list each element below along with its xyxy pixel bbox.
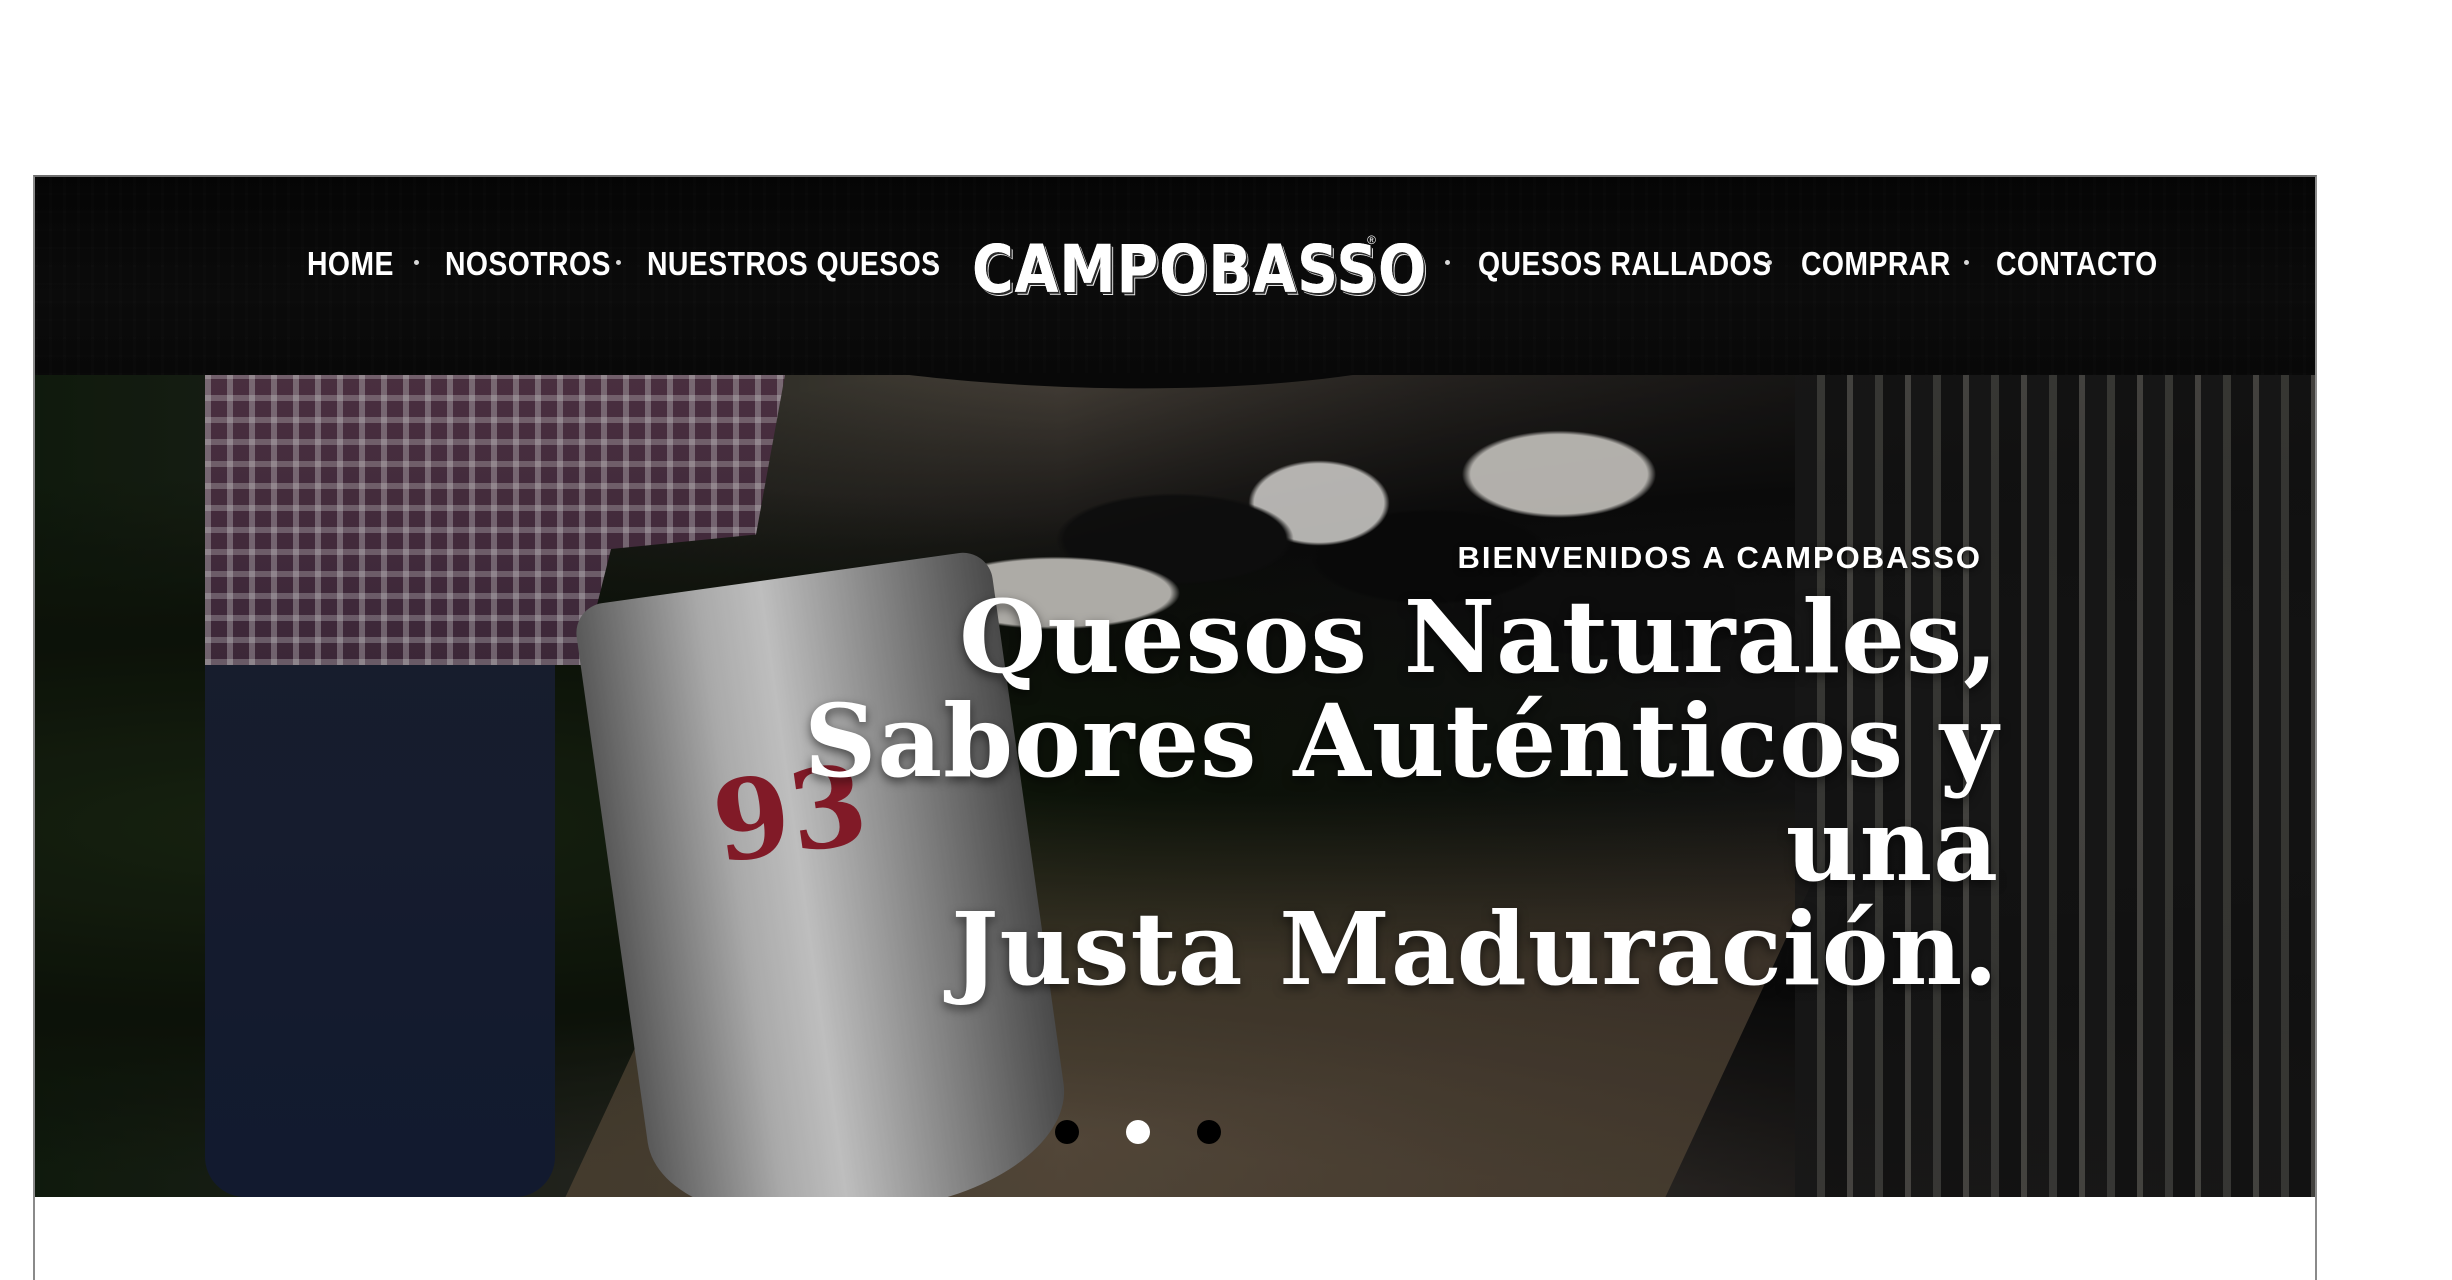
hero-eyebrow: BIENVENIDOS A CAMPOBASSO [1457,540,1982,575]
registered-mark-icon: ® [1367,233,1376,247]
headline-line-2: Sabores Auténticos y una [804,682,1999,904]
separator-dot-icon [414,260,419,265]
nav-nosotros[interactable]: NOSOTROS [445,245,611,283]
logo-link[interactable]: CAMPOBASSO ® [972,227,1426,308]
nav-nuestros-quesos[interactable]: NUESTROS QUESOS [647,245,940,283]
site-header: HOME NOSOTROS NUESTROS QUESOS CAMPOBASSO… [35,177,2315,375]
main-nav: HOME NOSOTROS NUESTROS QUESOS CAMPOBASSO… [35,227,2315,308]
nav-quesos-rallados[interactable]: QUESOS RALLADOS [1478,245,1771,283]
separator-dot-icon [1445,260,1450,265]
nav-home[interactable]: HOME [307,245,394,283]
separator-dot-icon [930,260,935,265]
headline-line-1: Quesos Naturales, [959,578,1999,696]
slider-pagination [1055,1120,1255,1160]
hero-slider: 93 BIENVENIDOS A CAMPOBASSO Quesos Natur… [35,375,2315,1197]
separator-dot-icon [616,260,621,265]
nav-comprar[interactable]: COMPRAR [1801,245,1951,283]
hero-headline: Quesos Naturales, Sabores Auténticos y u… [699,585,1999,1001]
slider-dot-1[interactable] [1055,1120,1079,1144]
separator-dot-icon [1767,260,1772,265]
header-wave-divider [35,373,2315,389]
separator-dot-icon [1964,260,1969,265]
logo-wordmark: CAMPOBASSO [972,231,1428,308]
slider-dot-3[interactable] [1197,1120,1221,1144]
nav-contacto[interactable]: CONTACTO [1996,245,2158,283]
browser-frame: HOME NOSOTROS NUESTROS QUESOS CAMPOBASSO… [33,175,2317,1280]
slider-dot-2[interactable] [1126,1120,1150,1144]
headline-line-3: Justa Maduración. [951,890,1999,1008]
